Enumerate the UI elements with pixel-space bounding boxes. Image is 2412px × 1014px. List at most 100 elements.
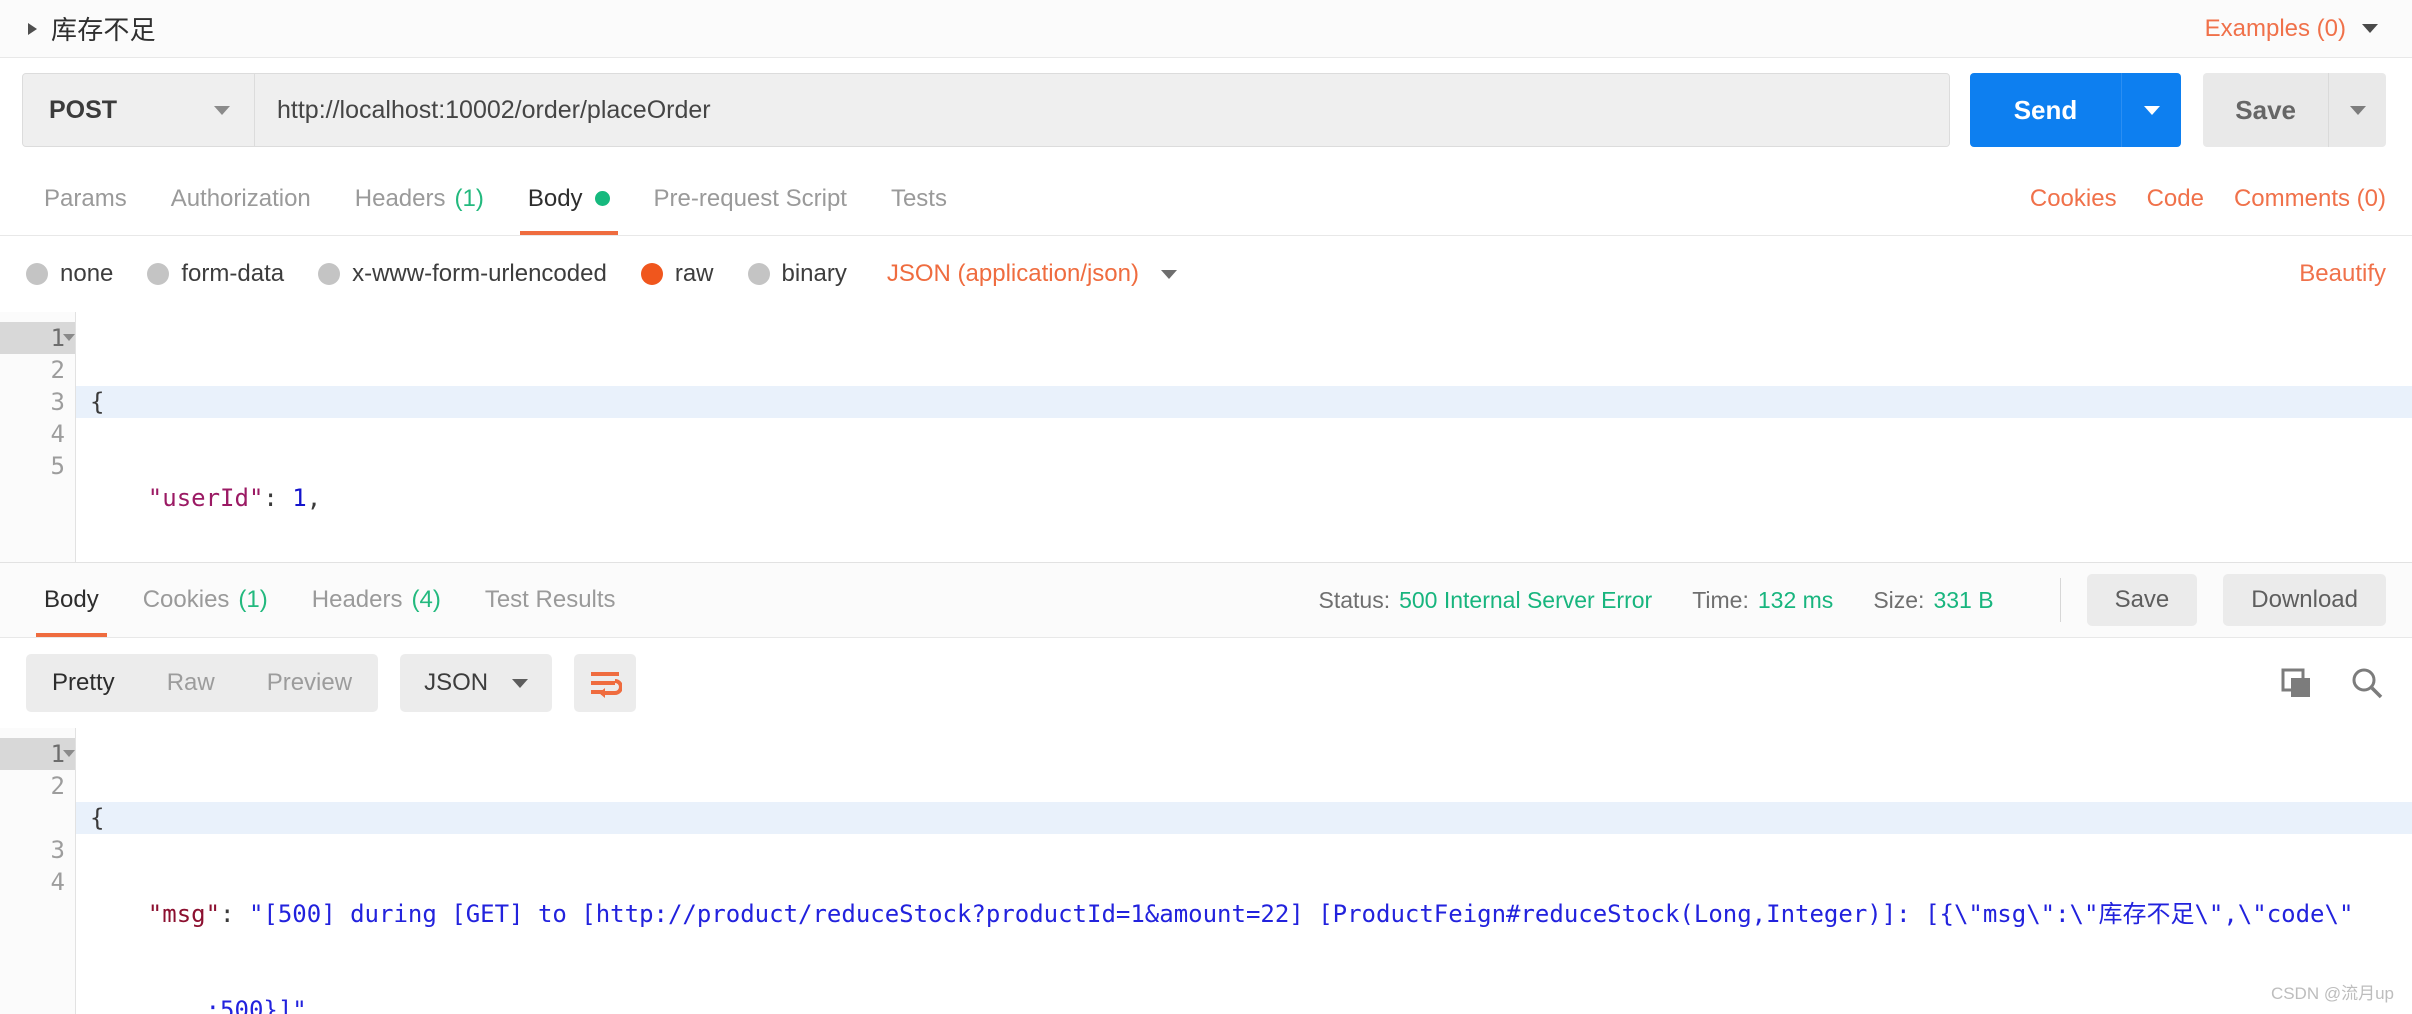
body-type-binary[interactable]: binary [747,260,847,288]
body-type-none[interactable]: none [26,260,113,288]
body-type-urlencoded[interactable]: x-www-form-urlencoded [318,260,607,288]
segment-pretty[interactable]: Pretty [26,654,141,712]
response-tab-test-results[interactable]: Test Results [463,563,638,637]
tab-tests[interactable]: Tests [869,162,969,235]
json-key: "userId" [147,484,264,512]
collapse-triangle-icon[interactable] [28,22,37,35]
send-button[interactable]: Send [1969,73,2122,147]
radio-icon [318,263,341,285]
line-number: 1 [0,738,75,770]
line-number: 2 [50,772,65,800]
fold-arrow-icon[interactable] [63,750,75,757]
code-line: { [76,386,2412,418]
request-body-editor[interactable]: 1 2 3 4 5 { "userId": 1, "productId": 1,… [0,312,2412,562]
code-token: , [306,996,322,1014]
code-link[interactable]: Code [2147,185,2204,213]
response-code-editor[interactable]: 1 2 3 4 { "msg": "[500] during [GET] to … [0,728,2412,1014]
word-wrap-icon[interactable] [574,654,637,712]
search-glyph [2352,668,2383,699]
method-and-url-group: POST http://localhost:10002/order/placeO… [22,73,1950,147]
examples-chevron-down-icon[interactable] [2362,24,2378,33]
code-line: "userId": 1, [90,482,2412,514]
body-present-dot-icon [594,191,610,206]
chevron-down-icon [2349,105,2366,115]
radio-icon [747,263,770,285]
tab-pre-request-script[interactable]: Pre-request Script [632,162,869,235]
request-tab-bar: Params Authorization Headers (1) Body Pr… [0,162,2412,236]
cookies-link[interactable]: Cookies [2030,185,2117,213]
radio-icon [26,263,48,285]
line-number: 3 [50,836,65,864]
response-line-numbers: 1 2 3 4 [0,728,76,1014]
code-token: { [90,804,105,832]
chevron-down-icon[interactable] [1160,269,1177,279]
response-format-select[interactable]: JSON [400,654,553,712]
content-type-select[interactable]: JSON (application/json) [887,260,1139,288]
tab-headers[interactable]: Headers (1) [333,162,506,235]
response-tab-cookies[interactable]: Cookies (1) [121,563,290,637]
response-format-toolbar: Pretty Raw Preview JSON [0,638,2412,728]
segment-raw[interactable]: Raw [141,654,241,712]
save-response-button[interactable]: Save [2086,574,2198,626]
tab-bar-spacer [969,162,2000,235]
copy-icon[interactable] [2278,665,2314,701]
response-tab-body[interactable]: Body [22,563,121,637]
url-bar: POST http://localhost:10002/order/placeO… [0,58,2412,162]
response-body-editor[interactable]: 1 2 3 4 { "msg": "[500] during [GET] to … [0,728,2412,1014]
segment-preview[interactable]: Preview [241,654,378,712]
http-method-select[interactable]: POST [23,74,255,146]
tab-authorization[interactable]: Authorization [149,162,333,235]
download-response-button[interactable]: Download [2223,574,2386,626]
tab-params[interactable]: Params [22,162,149,235]
radio-label: raw [674,260,714,287]
url-input[interactable]: http://localhost:10002/order/placeOrder [255,74,1949,146]
code-token: { [90,388,105,416]
body-type-form-data[interactable]: form-data [147,260,284,288]
tab-label: Params [44,184,127,212]
save-request-button[interactable]: Save [2203,73,2328,147]
examples-link[interactable]: Examples (0) [2205,15,2346,43]
size-value: 331 B [1933,586,1994,613]
line-number: 5 [50,452,65,480]
response-tab-bar: Body Cookies (1) Headers (4) Test Result… [0,562,2412,638]
comments-link[interactable]: Comments (0) [2234,185,2386,213]
line-number: 4 [50,868,65,896]
radio-icon [147,263,170,285]
tab-label: Headers [354,184,446,212]
tab-label: Body [44,586,99,613]
fold-arrow-icon[interactable] [63,334,75,341]
request-code-content[interactable]: { "userId": 1, "productId": 1, "amount":… [76,312,2412,562]
chevron-down-icon [214,105,230,115]
save-button-group: Save [2203,73,2386,147]
save-options-button[interactable] [2328,73,2386,147]
tab-label: Body [527,184,583,212]
radio-selected-icon [640,263,663,285]
json-string: "[500] during [GET] to [http://product/r… [248,900,2354,928]
request-code-editor[interactable]: 1 2 3 4 5 { "userId": 1, "productId": 1,… [0,312,2412,562]
search-icon[interactable] [2348,664,2386,702]
time-value: 132 ms [1757,586,1834,613]
code-line: "msg": "[500] during [GET] to [http://pr… [90,898,2412,930]
body-type-row: none form-data x-www-form-urlencoded raw… [0,236,2412,312]
line-number-wrapped [0,802,75,834]
response-code-content[interactable]: { "msg": "[500] during [GET] to [http://… [76,728,2412,1014]
status-label: Status: [1318,586,1391,613]
response-status-summary: Status: 500 Internal Server Error Time: … [1318,563,2033,637]
line-number: 1 [0,322,75,354]
beautify-link[interactable]: Beautify [2299,260,2386,288]
divider [2059,578,2061,622]
code-token: , [306,484,322,512]
tab-label: Tests [890,184,947,212]
code-line-wrapped: :500}]", [90,994,2412,1014]
line-number: 2 [50,356,65,384]
send-options-button[interactable] [2121,73,2182,147]
radio-label: none [60,260,114,287]
watermark: CSDN @流月up [2270,984,2394,1003]
tab-label: Cookies [142,586,230,613]
response-format-value: JSON [424,669,489,696]
response-view-segmented-control: Pretty Raw Preview [26,654,379,712]
response-tab-headers[interactable]: Headers (4) [290,563,463,637]
body-type-raw[interactable]: raw [640,260,714,288]
tab-body[interactable]: Body [506,162,632,235]
json-key: "msg" [147,900,221,928]
